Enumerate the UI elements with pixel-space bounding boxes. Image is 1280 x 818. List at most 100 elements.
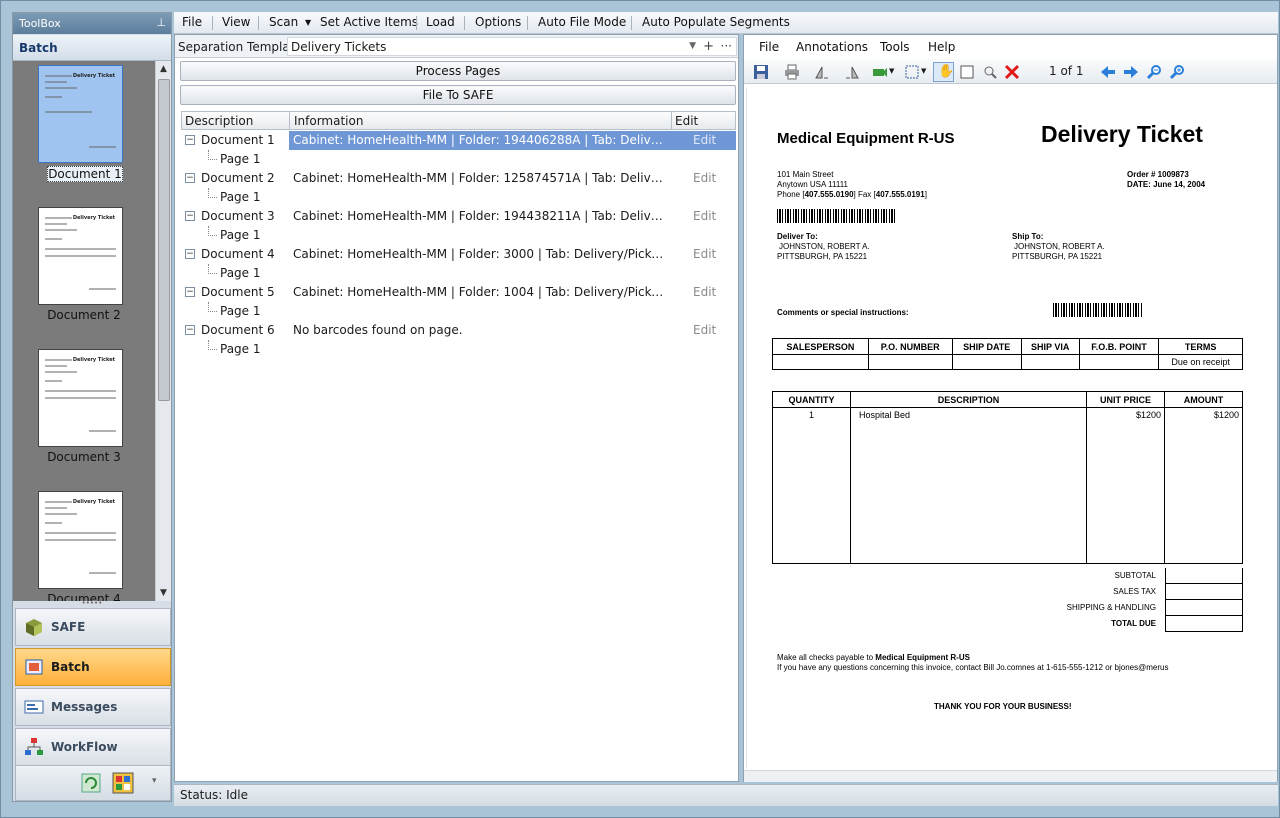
refresh-icon[interactable]: [80, 772, 102, 794]
table-row[interactable]: Page 1: [181, 340, 736, 359]
zoom-in-icon[interactable]: [1169, 64, 1185, 80]
nav-batch[interactable]: Batch: [15, 648, 171, 686]
highlight-dropdown-icon[interactable]: ▼: [889, 67, 894, 75]
nav-workflow[interactable]: WorkFlow: [15, 728, 171, 766]
doc-company: Medical Equipment R-US: [777, 130, 955, 147]
table-header: SHIP DATE: [951, 338, 1022, 355]
row-page: Page 1: [220, 342, 261, 356]
scroll-down-icon[interactable]: ▼: [156, 585, 171, 601]
table-row[interactable]: Page 1: [181, 226, 736, 245]
collapse-icon[interactable]: −: [185, 249, 195, 259]
select-region-icon[interactable]: [904, 64, 920, 80]
doc-ship-city: PITTSBURGH, PA 15221: [1012, 252, 1103, 261]
rectangle-icon[interactable]: [959, 64, 975, 80]
table-row[interactable]: Page 1: [181, 264, 736, 283]
column-edit[interactable]: Edit: [675, 114, 698, 128]
table-row[interactable]: − Document 6 No barcodes found on page. E…: [181, 321, 736, 340]
zoom-region-icon[interactable]: [982, 64, 998, 80]
viewer-menu-annotations[interactable]: Annotations: [796, 40, 868, 54]
thumbnail-title: Delivery Ticket: [72, 499, 115, 505]
rotate-right-icon[interactable]: [844, 64, 860, 80]
nav-messages[interactable]: Messages: [15, 688, 171, 726]
row-information: Cabinet: HomeHealth-MM | Folder: 1004 | …: [293, 285, 671, 299]
previous-page-icon[interactable]: [1100, 64, 1116, 80]
next-page-icon[interactable]: [1123, 64, 1139, 80]
more-icon[interactable]: ···: [721, 39, 732, 53]
overflow-chevron-icon[interactable]: ▾: [152, 776, 157, 786]
layout-icon[interactable]: [112, 772, 134, 794]
viewer-menu-help[interactable]: Help: [928, 40, 955, 54]
thumbnail-list[interactable]: Delivery Ticket Document 1 Delivery Tick…: [13, 61, 155, 601]
table-header: UNIT PRICE: [1086, 391, 1165, 408]
viewer-horizontal-scrollbar[interactable]: [744, 770, 1277, 782]
select-dropdown-icon[interactable]: ▼: [921, 67, 926, 75]
table-row[interactable]: − Document 5 Cabinet: HomeHealth-MM | Fol…: [181, 283, 736, 302]
menu-load[interactable]: Load: [426, 15, 455, 29]
doc-subtotal: SUBTOTAL: [1114, 571, 1157, 580]
collapse-icon[interactable]: −: [185, 173, 195, 183]
save-icon[interactable]: [753, 64, 769, 80]
thumbnail-scrollbar[interactable]: ▲ ▼: [155, 61, 171, 601]
file-to-safe-button[interactable]: File To SAFE: [180, 85, 736, 105]
edit-link[interactable]: Edit: [671, 169, 736, 188]
nav-safe[interactable]: SAFE: [15, 608, 171, 646]
thumbnail-document-2[interactable]: Delivery Ticket: [38, 207, 123, 305]
table-row[interactable]: − Document 1 Cabinet: HomeHealth-MM | Fol…: [181, 131, 736, 150]
process-pages-button[interactable]: Process Pages: [180, 61, 736, 81]
column-information[interactable]: Information: [294, 114, 363, 128]
delete-icon[interactable]: [1004, 64, 1020, 80]
document-grid: Description Information Edit − Document 1…: [181, 111, 736, 401]
print-icon[interactable]: [784, 64, 800, 80]
rotate-left-icon[interactable]: [814, 64, 830, 80]
viewer-menu-tools[interactable]: Tools: [880, 40, 910, 54]
scroll-up-icon[interactable]: ▲: [156, 61, 171, 77]
doc-address2: Anytown USA 11111: [777, 180, 849, 189]
menu-set-active-items[interactable]: Set Active Items: [320, 15, 418, 29]
edit-link[interactable]: Edit: [671, 283, 736, 302]
menu-auto-populate-segments[interactable]: Auto Populate Segments: [642, 15, 790, 29]
table-row[interactable]: − Document 4 Cabinet: HomeHealth-MM | Fol…: [181, 245, 736, 264]
nav-overflow-bar: ▾: [15, 765, 171, 801]
edit-link[interactable]: Edit: [671, 131, 736, 150]
highlight-icon[interactable]: [872, 64, 888, 80]
collapse-icon[interactable]: −: [185, 287, 195, 297]
menu-options[interactable]: Options: [475, 15, 521, 29]
add-icon[interactable]: +: [703, 39, 714, 54]
viewer-menu-file[interactable]: File: [759, 40, 779, 54]
column-description[interactable]: Description: [185, 114, 253, 128]
collapse-icon[interactable]: −: [185, 135, 195, 145]
pan-tool-button[interactable]: ✋: [933, 62, 954, 82]
document-page[interactable]: Medical Equipment R-US Delivery Ticket 1…: [746, 87, 1274, 769]
table-row[interactable]: Page 1: [181, 150, 736, 169]
messages-icon: [24, 700, 44, 714]
menu-auto-file-mode[interactable]: Auto File Mode: [538, 15, 626, 29]
toolbox-title: ToolBox: [13, 13, 171, 34]
menu-file[interactable]: File: [182, 15, 202, 29]
collapse-icon[interactable]: −: [185, 325, 195, 335]
edit-link[interactable]: Edit: [671, 321, 736, 340]
menu-scan[interactable]: Scan: [269, 15, 298, 29]
scan-dropdown-icon[interactable]: ▼: [305, 18, 311, 27]
thumbnail-label: Document 2: [47, 308, 121, 322]
panel-splitter[interactable]: •••••: [13, 600, 171, 608]
thumbnail-document-3[interactable]: Delivery Ticket: [38, 349, 123, 447]
doc-ship-name: JOHNSTON, ROBERT A.: [1014, 242, 1105, 251]
edit-link[interactable]: Edit: [671, 207, 736, 226]
table-header: SHIP VIA: [1020, 338, 1080, 355]
edit-link[interactable]: Edit: [671, 245, 736, 264]
doc-heading: Delivery Ticket: [1041, 121, 1203, 147]
separation-template-select[interactable]: Delivery Tickets ▼ + ···: [287, 37, 737, 56]
page-indicator: 1 of 1: [1049, 64, 1084, 78]
table-row[interactable]: Page 1: [181, 302, 736, 321]
table-row[interactable]: Page 1: [181, 188, 736, 207]
thumbnail-document-4[interactable]: Delivery Ticket: [38, 491, 123, 589]
thumbnail-document-1[interactable]: Delivery Ticket: [38, 65, 123, 163]
zoom-out-icon[interactable]: [1146, 64, 1162, 80]
scrollbar-thumb[interactable]: [158, 79, 170, 401]
table-row[interactable]: − Document 3 Cabinet: HomeHealth-MM | Fol…: [181, 207, 736, 226]
chevron-down-icon[interactable]: ▼: [689, 41, 696, 51]
table-row[interactable]: − Document 2 Cabinet: HomeHealth-MM | Fol…: [181, 169, 736, 188]
pin-icon[interactable]: ⊥: [156, 16, 166, 29]
menu-view[interactable]: View: [222, 15, 250, 29]
collapse-icon[interactable]: −: [185, 211, 195, 221]
